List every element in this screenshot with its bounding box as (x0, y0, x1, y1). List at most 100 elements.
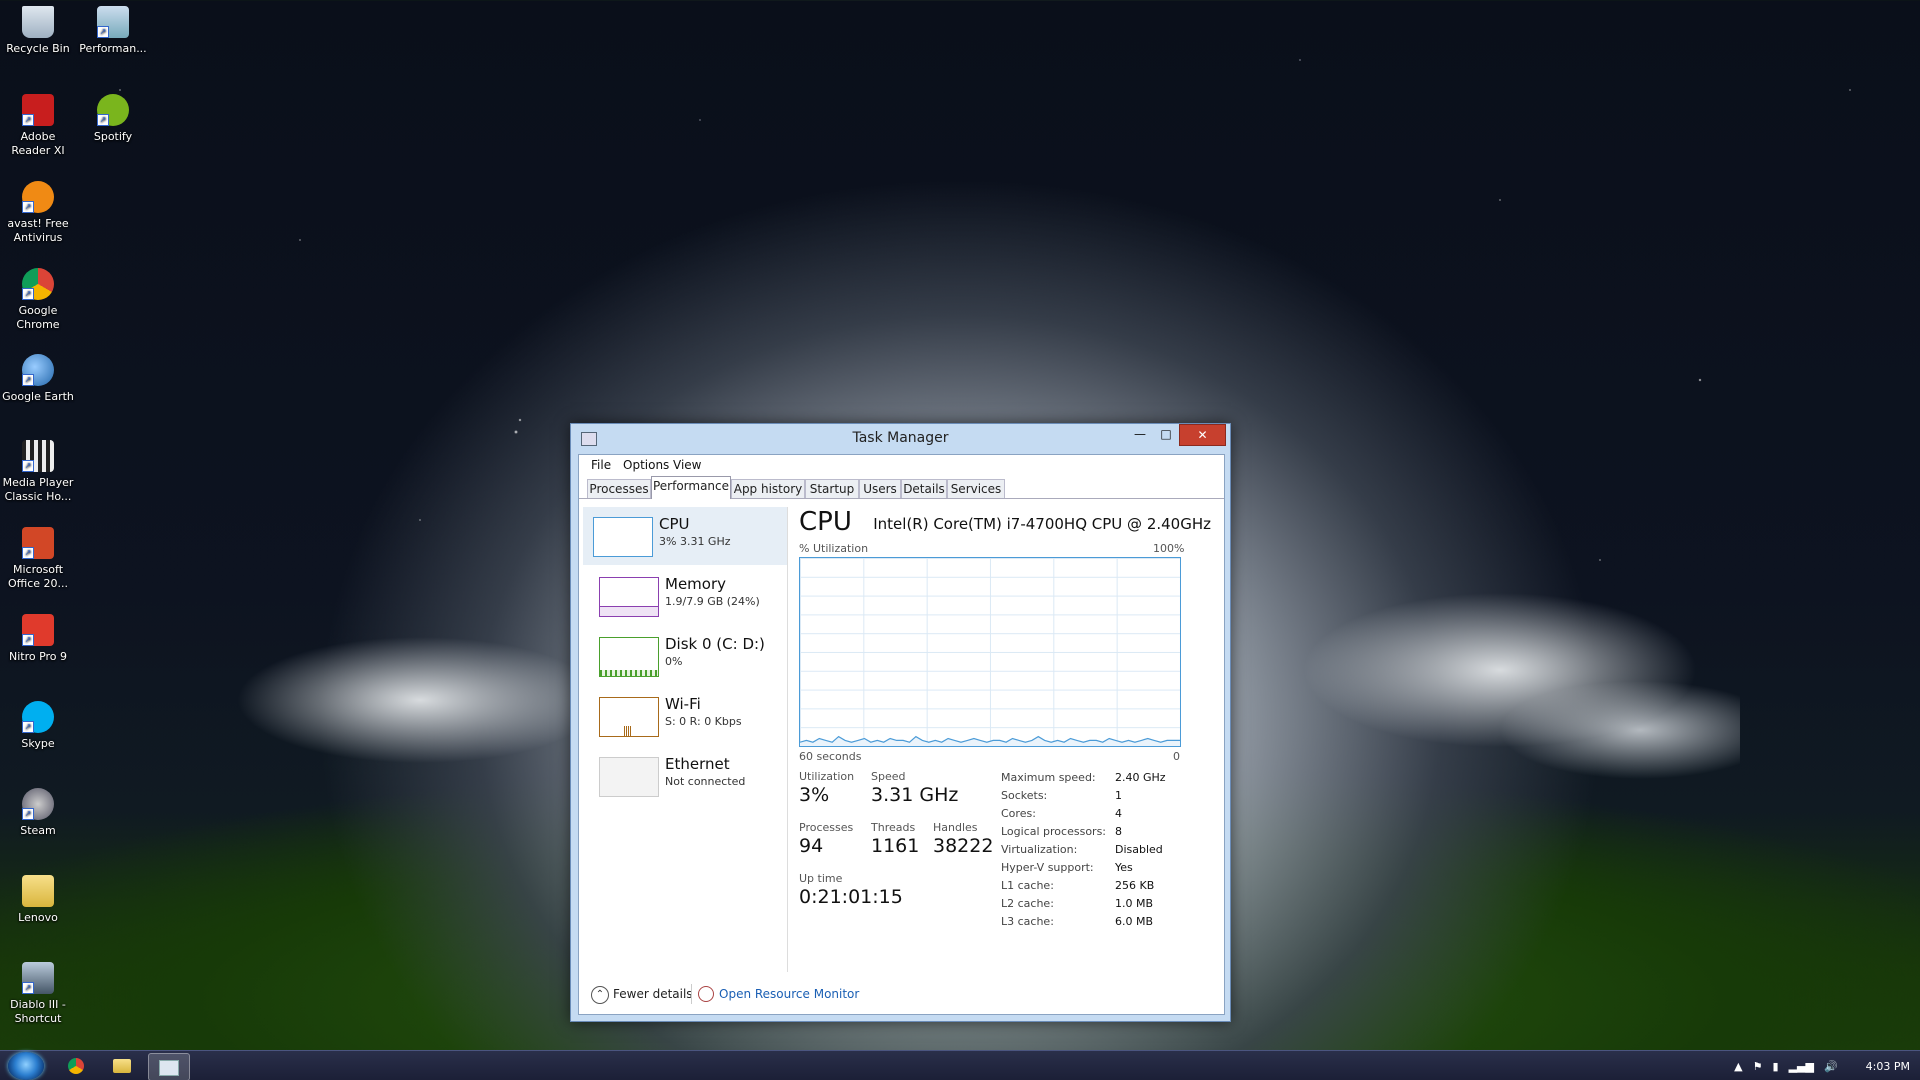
desktop-icon-label: Performan... (79, 42, 147, 55)
detail-key: L1 cache: (1001, 879, 1054, 892)
desktop-icon-avast[interactable]: ↗ avast! Free Antivirus (2, 181, 74, 245)
menu-view[interactable]: View (673, 458, 701, 472)
cpu-model: Intel(R) Core(TM) i7-4700HQ CPU @ 2.40GH… (873, 515, 1211, 533)
detail-key: Virtualization: (1001, 843, 1078, 856)
tab-performance[interactable]: Performance (651, 476, 731, 499)
clock[interactable]: 4:03 PM (1866, 1060, 1910, 1073)
memory-sparkline (599, 577, 659, 617)
window-client-area: File Options View Processes Performance … (578, 454, 1225, 1015)
desktop-icon-performance[interactable]: ↗ Performan... (77, 6, 149, 56)
detail-key: L3 cache: (1001, 915, 1054, 928)
taskbar-chrome-button[interactable] (56, 1053, 96, 1079)
tab-details[interactable]: Details (901, 479, 947, 498)
desktop-icon-steam[interactable]: ↗ Steam (2, 788, 74, 838)
taskbar-explorer-button[interactable] (102, 1053, 142, 1079)
disk-sparkline (599, 637, 659, 677)
task-manager-window: Task Manager — □ ✕ File Options View Pro… (570, 423, 1231, 1022)
desktop-icon-diablo-iii[interactable]: ↗ Diablo III - Shortcut (2, 962, 74, 1026)
resource-item-ethernet[interactable]: Ethernet Not connected (589, 747, 795, 805)
resource-item-cpu[interactable]: CPU 3% 3.31 GHz (583, 507, 787, 565)
processes-value: 94 (799, 835, 824, 857)
desktop-icon-spotify[interactable]: ↗ Spotify (77, 94, 149, 144)
tab-processes[interactable]: Processes (587, 479, 651, 498)
memory-fill (600, 605, 658, 616)
shortcut-arrow-icon: ↗ (22, 201, 34, 213)
chevron-up-icon[interactable]: ⌃ (591, 986, 609, 1004)
menu-bar: File Options View (579, 455, 1224, 475)
utilization-label: Utilization (799, 770, 855, 783)
speed-value: 3.31 GHz (871, 784, 959, 806)
detail-value: 1 (1115, 789, 1122, 802)
media-player-icon: ↗ (22, 440, 54, 472)
desktop-icon-google-earth[interactable]: ↗ Google Earth (2, 354, 74, 404)
spotify-icon: ↗ (97, 94, 129, 126)
cpu-sparkline (593, 517, 653, 557)
title-bar[interactable]: Task Manager — □ ✕ (571, 424, 1230, 454)
start-button[interactable] (8, 1052, 44, 1080)
folder-icon (113, 1059, 131, 1073)
desktop-icon-lenovo[interactable]: Lenovo (2, 875, 74, 925)
recycle-bin-icon (22, 6, 54, 38)
show-hidden-icons-icon[interactable]: ▲ (1734, 1060, 1742, 1073)
resource-name: Ethernet (665, 755, 730, 773)
diablo-iii-icon: ↗ (22, 962, 54, 994)
shortcut-arrow-icon: ↗ (22, 634, 34, 646)
desktop-icon-label: Spotify (93, 130, 133, 143)
tab-strip: Processes Performance App history Startu… (579, 476, 1224, 499)
resource-item-disk[interactable]: Disk 0 (C: D:) 0% (589, 627, 795, 685)
volume-icon[interactable]: 🔊 (1824, 1060, 1838, 1073)
menu-options[interactable]: Options (623, 458, 669, 472)
desktop-icon-microsoft-office[interactable]: ↗ Microsoft Office 20... (2, 527, 74, 591)
google-earth-icon: ↗ (22, 354, 54, 386)
detail-key: Cores: (1001, 807, 1036, 820)
detail-key: Hyper-V support: (1001, 861, 1094, 874)
tab-app-history[interactable]: App history (731, 479, 805, 498)
desktop-icon-nitro-pro[interactable]: ↗ Nitro Pro 9 (2, 614, 74, 664)
performance-monitor-icon: ↗ (97, 6, 129, 38)
close-button[interactable]: ✕ (1179, 424, 1226, 446)
desktop-icon-media-player-classic[interactable]: ↗ Media Player Classic Ho... (2, 440, 74, 504)
shortcut-arrow-icon: ↗ (97, 26, 109, 38)
network-signal-icon[interactable]: ▂▄▆ (1789, 1060, 1814, 1073)
detail-value: 8 (1115, 825, 1122, 838)
battery-icon[interactable]: ▮ (1773, 1060, 1779, 1073)
fewer-details-link[interactable]: Fewer details (613, 987, 693, 1001)
open-resource-monitor-link[interactable]: Open Resource Monitor (719, 987, 859, 1001)
task-manager-icon (159, 1060, 179, 1076)
minimize-button[interactable]: — (1127, 424, 1153, 444)
threads-value: 1161 (871, 835, 920, 857)
resource-value: 0% (665, 655, 683, 668)
shortcut-arrow-icon: ↗ (22, 721, 34, 733)
desktop-icon-adobe-reader[interactable]: ↗ Adobe Reader XI (2, 94, 74, 158)
cpu-utilization-chart (800, 735, 1180, 746)
handles-value: 38222 (933, 835, 994, 857)
tab-users[interactable]: Users (859, 479, 901, 498)
tab-startup[interactable]: Startup (805, 479, 859, 498)
maximize-button[interactable]: □ (1153, 424, 1179, 444)
graph-x-left-label: 60 seconds (799, 750, 862, 763)
footer-divider (691, 984, 692, 1004)
menu-file[interactable]: File (591, 458, 611, 472)
shortcut-arrow-icon: ↗ (22, 114, 34, 126)
chrome-icon: ↗ (22, 268, 54, 300)
desktop-icon-label: Nitro Pro 9 (8, 650, 68, 663)
panel-heading: CPU (799, 507, 852, 537)
wifi-activity (624, 726, 632, 736)
tab-services[interactable]: Services (947, 479, 1005, 498)
utilization-value: 3% (799, 784, 830, 806)
action-center-flag-icon[interactable]: ⚑ (1753, 1060, 1763, 1073)
desktop-icon-label: Recycle Bin (6, 42, 70, 55)
threads-label: Threads (871, 821, 916, 834)
detail-value: 2.40 GHz (1115, 771, 1166, 784)
desktop-icon-recycle-bin[interactable]: Recycle Bin (2, 6, 74, 56)
cpu-panel: CPU Intel(R) Core(TM) i7-4700HQ CPU @ 2.… (799, 507, 1219, 977)
taskbar-task-manager-button[interactable] (148, 1053, 190, 1080)
resource-monitor-icon (698, 986, 714, 1002)
detail-value: 4 (1115, 807, 1122, 820)
desktop-icon-label: Google Chrome (16, 304, 60, 331)
processes-label: Processes (799, 821, 854, 834)
desktop-icon-skype[interactable]: ↗ Skype (2, 701, 74, 751)
resource-item-wifi[interactable]: Wi-Fi S: 0 R: 0 Kbps (589, 687, 795, 745)
resource-item-memory[interactable]: Memory 1.9/7.9 GB (24%) (589, 567, 795, 625)
desktop-icon-google-chrome[interactable]: ↗ Google Chrome (2, 268, 74, 332)
